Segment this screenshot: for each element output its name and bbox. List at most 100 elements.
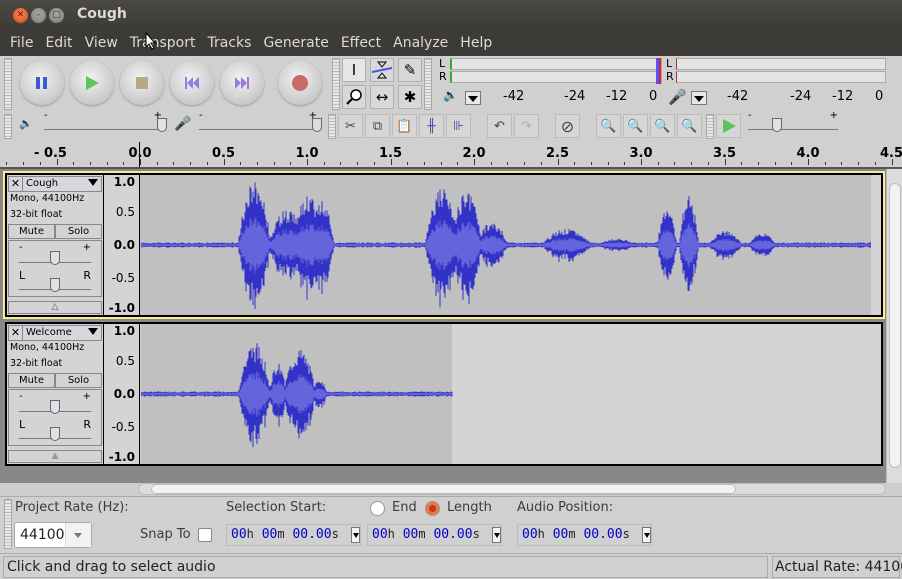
menu-view[interactable]: View <box>79 30 124 56</box>
gain-thumb[interactable] <box>50 400 60 414</box>
snap-to-checkbox[interactable] <box>198 528 212 542</box>
gain-slider[interactable]: - + <box>19 242 91 265</box>
mute-button[interactable]: Mute <box>8 373 55 388</box>
skip-to-end-button[interactable] <box>220 61 264 105</box>
time-format-dropdown[interactable] <box>351 527 360 543</box>
menu-edit[interactable]: Edit <box>39 30 78 56</box>
menu-help[interactable]: Help <box>454 30 498 56</box>
zoom-in-button[interactable]: 🔍 <box>596 114 621 138</box>
zoom-out-button[interactable]: 🔍 <box>623 114 648 138</box>
collapse-track-button[interactable]: ▲ <box>8 450 102 463</box>
undo-button[interactable]: ↶ <box>487 114 512 138</box>
pan-slider[interactable]: L R <box>19 269 91 292</box>
stop-button[interactable] <box>120 61 164 105</box>
draw-tool-button[interactable]: ✎ <box>398 58 422 82</box>
ruler-tick <box>841 162 843 165</box>
ruler-tick <box>373 162 375 165</box>
play-at-speed-button[interactable] <box>716 114 741 138</box>
mute-button[interactable]: Mute <box>8 224 55 239</box>
selection-toolbar-grip[interactable] <box>4 499 12 549</box>
waveform-area[interactable] <box>140 175 881 315</box>
record-meter-right[interactable] <box>676 71 886 83</box>
audio-position-time[interactable]: 00h 00m 00.00s <box>517 524 652 546</box>
audio-track-welcome[interactable]: ✕ Welcome Mono, 44100Hz 32-bit float Mut… <box>5 322 883 466</box>
pan-thumb[interactable] <box>50 427 60 441</box>
menu-analyze[interactable]: Analyze <box>387 30 454 56</box>
time-format-dropdown[interactable] <box>642 527 651 543</box>
close-track-icon[interactable]: ✕ <box>9 326 23 340</box>
input-volume-slider[interactable]: - + <box>199 110 322 132</box>
fit-project-button[interactable]: 🔍 <box>677 114 702 138</box>
pause-button[interactable] <box>20 61 64 105</box>
trim-button[interactable]: ╫ <box>419 114 444 138</box>
solo-button[interactable]: Solo <box>55 373 102 388</box>
timeline-ruler[interactable]: - 0.5 0.0 0.5 1.0 1.5 2.0 2.5 3.0 3.5 4.0 4.5 <box>0 142 902 169</box>
multi-tool-button[interactable]: ✱ <box>398 85 422 109</box>
cut-button[interactable]: ✂ <box>338 114 363 138</box>
waveform-area[interactable] <box>141 324 881 464</box>
playback-meter-menu-button[interactable] <box>465 91 481 105</box>
paste-button[interactable]: 📋 <box>392 114 417 138</box>
ruler-tick <box>624 162 626 165</box>
horizontal-scroll-thumb[interactable] <box>151 484 736 494</box>
project-rate-combobox[interactable]: 44100 <box>14 522 92 548</box>
selection-length-time[interactable]: 00h 00m 00.00s <box>367 524 502 546</box>
gain-thumb[interactable] <box>50 251 60 265</box>
menu-tracks[interactable]: Tracks <box>202 30 258 56</box>
playback-meter-right[interactable] <box>450 71 662 83</box>
menu-generate[interactable]: Generate <box>257 30 334 56</box>
redo-button[interactable]: ↷ <box>514 114 539 138</box>
output-volume-thumb[interactable] <box>157 118 167 132</box>
edit-toolbar-grip[interactable] <box>328 114 336 139</box>
gain-max-label: + <box>82 242 91 253</box>
record-button[interactable] <box>278 61 322 105</box>
playback-speed-thumb[interactable] <box>772 118 782 132</box>
record-meter-menu-button[interactable] <box>691 91 707 105</box>
menu-effect[interactable]: Effect <box>335 30 387 56</box>
close-track-icon[interactable]: ✕ <box>9 177 23 191</box>
envelope-tool-button[interactable] <box>370 58 394 82</box>
menu-file[interactable]: File <box>4 30 39 56</box>
vertical-scroll-thumb[interactable] <box>889 183 901 468</box>
solo-button[interactable]: Solo <box>55 224 102 239</box>
silence-button[interactable]: ⊪ <box>446 114 471 138</box>
zoom-tool-button[interactable] <box>342 85 366 109</box>
waveform-cough <box>140 182 876 309</box>
tools-toolbar-grip[interactable] <box>332 58 340 110</box>
track-name-menu[interactable]: ✕ Welcome <box>8 325 102 341</box>
meter-toolbar-grip[interactable] <box>424 58 432 110</box>
play-button[interactable] <box>70 61 114 105</box>
maximize-window-button[interactable]: □ <box>49 8 64 23</box>
time-shift-tool-button[interactable]: ↔ <box>370 85 394 109</box>
time-format-dropdown[interactable] <box>492 527 501 543</box>
length-radio[interactable] <box>425 501 440 516</box>
vertical-scrollbar[interactable] <box>886 169 902 483</box>
horizontal-scrollbar[interactable] <box>138 483 886 495</box>
playback-speed-slider[interactable]: - + <box>748 110 838 132</box>
zoom-in-icon: 🔍 <box>600 118 617 134</box>
transcription-toolbar-grip[interactable] <box>706 114 714 139</box>
gain-slider[interactable]: - + <box>19 391 91 414</box>
track-name-menu[interactable]: ✕ Cough <box>8 176 102 192</box>
pan-thumb[interactable] <box>50 278 60 292</box>
collapse-track-button[interactable]: △ <box>8 301 102 314</box>
selection-start-time[interactable]: 00h 00m 00.00s <box>226 524 361 546</box>
record-meter-left[interactable] <box>676 58 886 70</box>
skip-to-start-button[interactable] <box>170 61 214 105</box>
fit-selection-button[interactable]: 🔍 <box>650 114 675 138</box>
input-volume-thumb[interactable] <box>312 118 322 132</box>
audio-track-cough[interactable]: ✕ Cough Mono, 44100Hz 32-bit float Mute … <box>3 171 885 319</box>
mixer-toolbar-grip[interactable] <box>4 114 12 139</box>
playback-meter-left[interactable] <box>450 58 662 70</box>
minimize-window-button[interactable]: – <box>31 8 46 23</box>
sync-lock-button[interactable]: ⊘ <box>555 114 580 138</box>
project-rate-dropdown[interactable] <box>65 523 91 547</box>
selection-tool-button[interactable]: I <box>342 58 366 82</box>
transport-toolbar-grip[interactable] <box>4 58 12 110</box>
close-window-button[interactable]: ✕ <box>13 8 28 23</box>
pan-slider[interactable]: L R <box>19 418 91 441</box>
end-radio[interactable] <box>370 501 385 516</box>
copy-button[interactable]: ⧉ <box>365 114 390 138</box>
menu-transport[interactable]: Transport <box>124 30 202 56</box>
output-volume-slider[interactable]: - + <box>44 110 167 132</box>
